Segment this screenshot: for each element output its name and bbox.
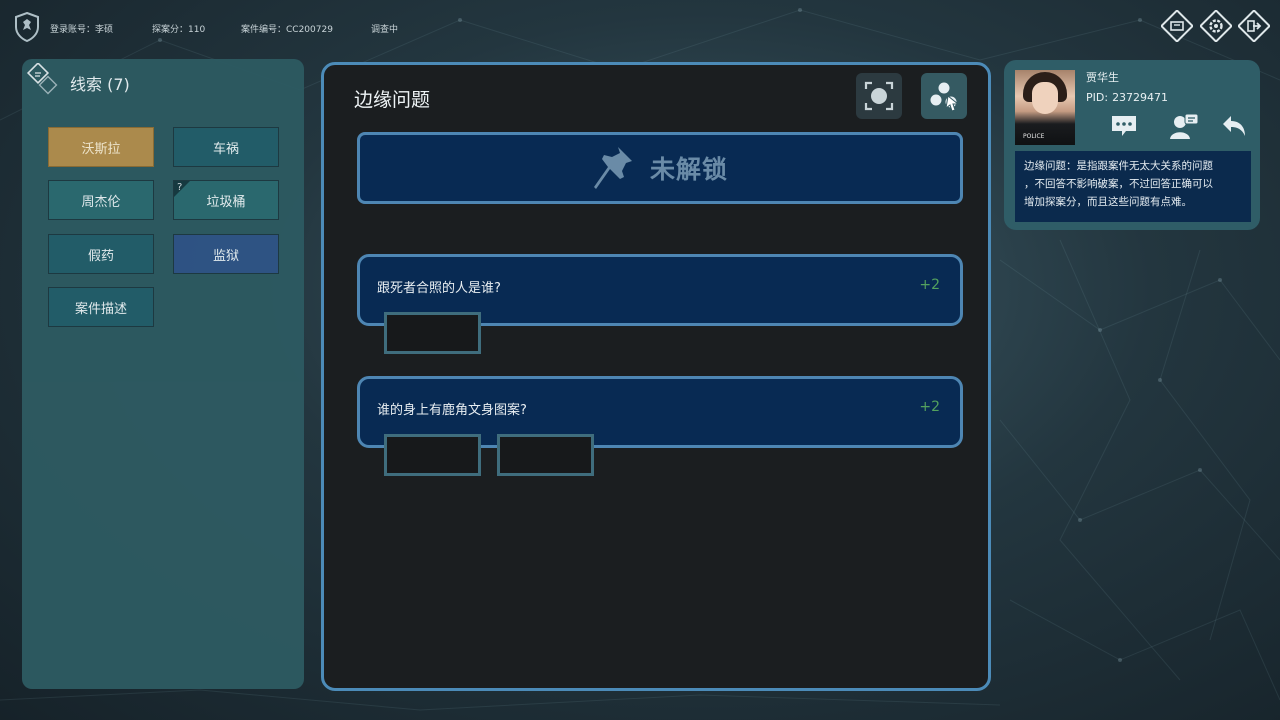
question-panel: 边缘问题 未解锁 跟死者合照的人是谁? +2 谁的身上有鹿角文身图案? +2 xyxy=(321,62,991,691)
character-pid: PID: 23729471 xyxy=(1086,91,1168,104)
locked-status-bar: 未解锁 xyxy=(357,132,963,204)
clue-label: 车祸 xyxy=(212,141,239,157)
description-line: 增加探案分，而且这些问题有点难。 xyxy=(1024,196,1192,208)
case-status: 调查中 xyxy=(371,25,399,35)
avatar: POLICE xyxy=(1015,70,1075,145)
clue-label: 垃圾桶 xyxy=(206,194,246,210)
account-info: 登录账号：李硕 xyxy=(50,25,114,35)
question-text: 谁的身上有鹿角文身图案? xyxy=(377,403,527,418)
description-line: ，不回答不影响破案，不过回答正确可以 xyxy=(1024,178,1213,190)
person-profile-icon xyxy=(1170,113,1199,139)
clue-item-jiayao[interactable]: 假药 xyxy=(48,234,154,274)
panel-title: 边缘问题 xyxy=(354,89,431,111)
police-shield-logo-icon xyxy=(15,12,39,42)
chat-bubble-icon xyxy=(1112,116,1136,136)
character-panel: POLICE 贾华生 PID: 23729471 边缘问题：是指跟案件无太大关系的… xyxy=(1004,60,1260,230)
score-info: 探案分：110 xyxy=(152,25,206,35)
clue-panel: 线索 (7) 沃斯拉 车祸 周杰伦 ? 垃圾桶 假药 监狱 案件描述 xyxy=(22,59,304,689)
pid-value: 23729471 xyxy=(1112,91,1169,104)
screenshot-icon xyxy=(864,81,894,111)
answer-slot[interactable] xyxy=(384,434,481,476)
question-score: +2 xyxy=(919,277,940,293)
answer-slot[interactable] xyxy=(384,312,481,354)
settings-gear-icon[interactable] xyxy=(1200,10,1232,42)
clue-item-lajitong[interactable]: ? 垃圾桶 xyxy=(173,180,279,220)
clue-item-zhoujielun[interactable]: 周杰伦 xyxy=(48,180,154,220)
relation-map-icon xyxy=(930,82,960,112)
clue-label: 案件描述 xyxy=(74,301,127,317)
pin-icon xyxy=(593,147,632,189)
back-arrow-icon xyxy=(1223,116,1245,136)
pid-label: PID: xyxy=(1086,91,1109,104)
clue-item-wosila[interactable]: 沃斯拉 xyxy=(48,127,154,167)
case-number-info: 案件编号：CC200729 xyxy=(241,25,333,35)
profile-button[interactable] xyxy=(1169,112,1199,140)
question-score: +2 xyxy=(919,399,940,415)
clue-cards-icon xyxy=(26,63,58,95)
character-description: 边缘问题：是指跟案件无太大关系的问题 ，不回答不影响破案，不过回答正确可以 增加… xyxy=(1015,151,1251,222)
clue-title: 线索 (7) xyxy=(70,75,130,94)
badge-icon[interactable] xyxy=(1161,10,1193,42)
avatar-face xyxy=(1032,82,1058,114)
clue-label: 沃斯拉 xyxy=(81,141,121,157)
clue-label: 监狱 xyxy=(212,248,239,264)
question-text: 跟死者合照的人是谁? xyxy=(377,281,501,296)
clue-item-jianyu[interactable]: 监狱 xyxy=(173,234,279,274)
description-line: 边缘问题：是指跟案件无太大关系的问题 xyxy=(1024,160,1213,172)
clue-label: 周杰伦 xyxy=(81,194,121,210)
clue-item-chehuo[interactable]: 车祸 xyxy=(173,127,279,167)
top-bar: 登录账号：李硕 探案分：110 案件编号：CC200729 调查中 xyxy=(0,0,1280,56)
avatar-badge-text: POLICE xyxy=(1023,133,1045,140)
locked-label: 未解锁 xyxy=(649,155,728,184)
new-clue-question-mark: ? xyxy=(177,182,183,193)
clue-item-case-description[interactable]: 案件描述 xyxy=(48,287,154,327)
answer-slot[interactable] xyxy=(497,434,594,476)
exit-icon[interactable] xyxy=(1238,10,1270,42)
back-button[interactable] xyxy=(1220,112,1250,140)
talk-button[interactable] xyxy=(1109,112,1139,140)
relation-map-button[interactable] xyxy=(921,73,967,119)
character-name: 贾华生 xyxy=(1086,71,1119,84)
clue-label: 假药 xyxy=(87,248,114,264)
screenshot-button[interactable] xyxy=(856,73,902,119)
